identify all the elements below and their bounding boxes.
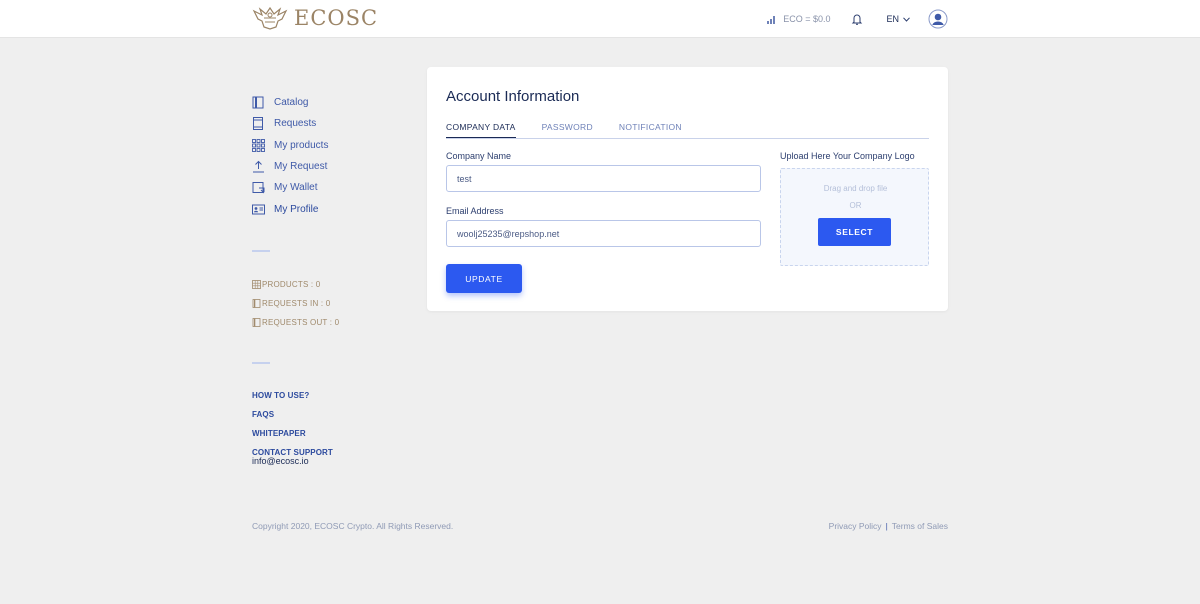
eagle-crest-icon	[252, 6, 288, 30]
stat-label: REQUESTS OUT : 0	[262, 317, 340, 327]
account-tabs: COMPANY DATA PASSWORD NOTIFICATION	[446, 122, 929, 139]
language-selector[interactable]: EN	[886, 14, 910, 24]
or-text: OR	[849, 201, 862, 210]
bell-icon[interactable]	[850, 12, 864, 26]
products-grid-icon	[252, 138, 265, 152]
brand-logo[interactable]: ECOSC	[252, 5, 378, 31]
link-whitepaper[interactable]: WHITEPAPER	[252, 424, 402, 443]
privacy-policy-link[interactable]: Privacy Policy	[829, 521, 882, 531]
logo-dropzone[interactable]: Drag and drop file OR SELECT	[780, 168, 929, 266]
footer-links: Privacy Policy | Terms of Sales	[829, 521, 948, 531]
sidebar: Catalog Requests My products My Request	[252, 92, 402, 466]
account-information-card: Account Information COMPANY DATA PASSWOR…	[427, 67, 948, 311]
user-avatar-icon[interactable]	[928, 9, 948, 29]
link-faqs[interactable]: FAQS	[252, 405, 402, 424]
email-address-label: Email Address	[446, 206, 504, 216]
sidebar-item-my-profile[interactable]: My Profile	[252, 198, 402, 219]
copyright-text: Copyright 2020, ECOSC Crypto. All Rights…	[252, 521, 454, 531]
company-name-field[interactable]	[446, 165, 761, 192]
signal-bars-icon	[767, 15, 776, 24]
sidebar-links: HOW TO USE? FAQS WHITEPAPER CONTACT SUPP…	[252, 386, 402, 466]
sidebar-item-my-request[interactable]: My Request	[252, 156, 402, 177]
requests-icon	[253, 117, 263, 131]
requests-icon	[252, 298, 261, 308]
sidebar-item-label: My Request	[274, 161, 328, 173]
upload-logo-label: Upload Here Your Company Logo	[780, 151, 915, 161]
sidebar-item-my-products[interactable]: My products	[252, 135, 402, 156]
email-field[interactable]	[446, 220, 761, 247]
catalog-icon	[252, 96, 264, 109]
brand-name: ECOSC	[294, 6, 379, 30]
stat-label: REQUESTS IN : 0	[262, 298, 331, 308]
products-grid-icon	[252, 279, 261, 289]
select-file-button[interactable]: SELECT	[818, 218, 891, 246]
stat-products: PRODUCTS : 0	[252, 275, 402, 294]
eco-rate-text: ECO = $0.0	[783, 14, 831, 24]
upload-request-icon	[253, 160, 264, 173]
sidebar-item-label: My products	[274, 139, 329, 151]
company-name-label: Company Name	[446, 151, 512, 161]
tab-password[interactable]: PASSWORD	[542, 122, 593, 138]
stat-requests-in: REQUESTS IN : 0	[252, 294, 402, 313]
top-bar: ECOSC ECO = $0.0 EN	[0, 0, 1200, 38]
sidebar-item-label: Requests	[274, 118, 317, 130]
sidebar-item-my-wallet[interactable]: My Wallet	[252, 177, 402, 198]
chevron-down-icon	[903, 16, 910, 22]
sidebar-item-requests[interactable]: Requests	[252, 113, 402, 134]
language-label: EN	[886, 14, 899, 24]
stat-requests-out: REQUESTS OUT : 0	[252, 313, 402, 332]
drop-text: Drag and drop file	[823, 184, 888, 193]
sidebar-item-label: My Wallet	[274, 182, 318, 194]
profile-card-icon	[252, 204, 265, 215]
tab-notification[interactable]: NOTIFICATION	[619, 122, 682, 138]
sidebar-divider	[252, 361, 270, 364]
tab-company-data[interactable]: COMPANY DATA	[446, 122, 516, 138]
terms-of-sales-link[interactable]: Terms of Sales	[892, 521, 948, 531]
update-button[interactable]: UPDATE	[446, 264, 522, 293]
wallet-icon	[252, 182, 265, 194]
sidebar-item-catalog[interactable]: Catalog	[252, 92, 402, 113]
sidebar-item-label: Catalog	[274, 97, 309, 109]
sidebar-divider	[252, 249, 270, 252]
sidebar-stats: PRODUCTS : 0 REQUESTS IN : 0 REQUESTS OU…	[252, 275, 402, 332]
page-title: Account Information	[446, 88, 580, 105]
link-how-to-use[interactable]: HOW TO USE?	[252, 386, 402, 405]
stat-label: PRODUCTS : 0	[262, 279, 321, 289]
eco-rate: ECO = $0.0	[767, 14, 830, 24]
sidebar-item-label: My Profile	[274, 203, 319, 215]
requests-icon	[252, 317, 261, 327]
footer-separator: |	[885, 521, 888, 531]
